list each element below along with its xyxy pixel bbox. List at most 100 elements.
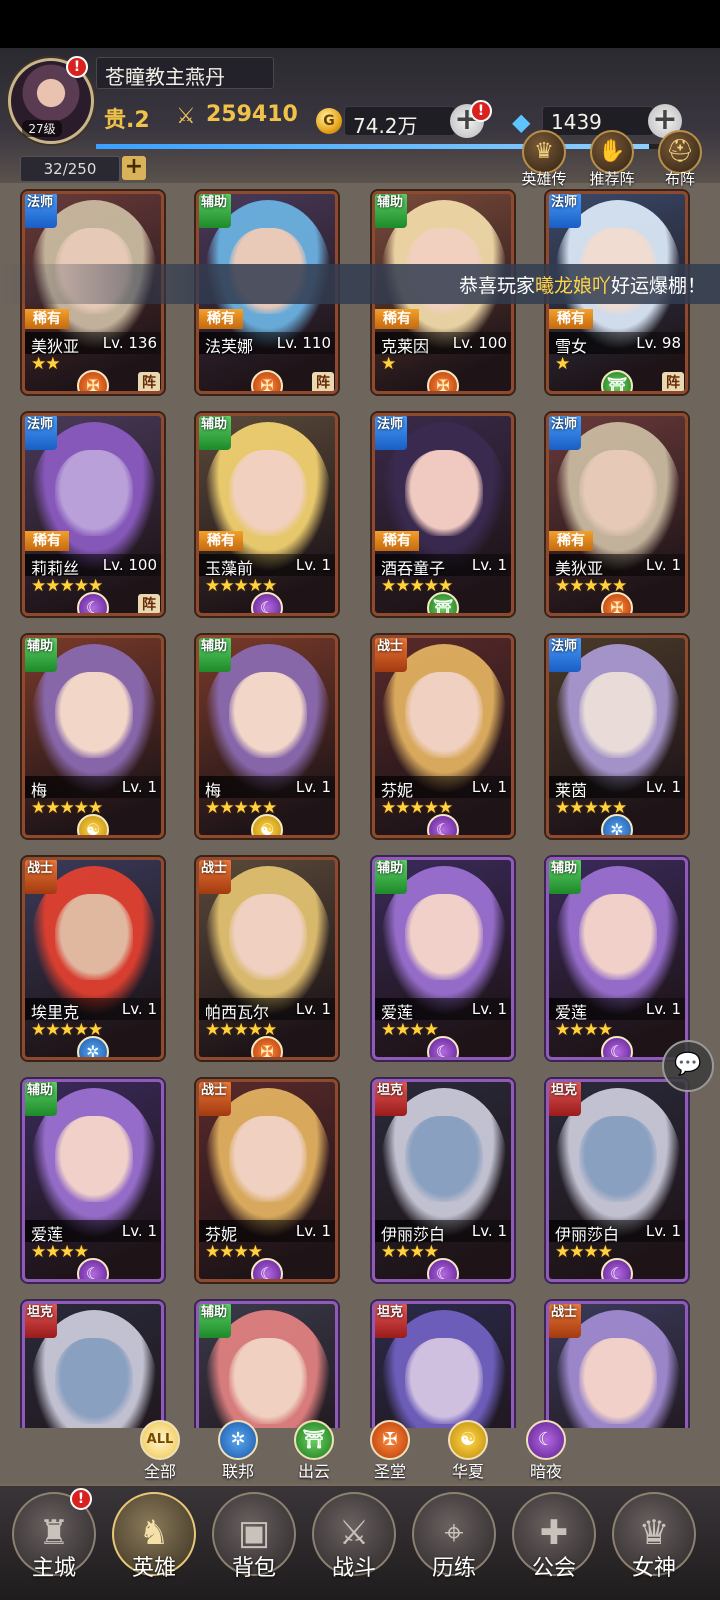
recommended-lineup-button[interactable]: ✋ 推荐阵 — [584, 130, 640, 189]
hero-card[interactable]: 辅助 稀有 玉藻前 Lv. 1 ★★★★★ ☾ — [196, 413, 338, 616]
hero-class-badge: 辅助 — [25, 1082, 57, 1116]
hero-class-badge: 坦克 — [375, 1304, 407, 1338]
faction-dark-icon: ☾ — [427, 814, 459, 835]
hero-class-badge: 辅助 — [199, 416, 231, 450]
hero-class-badge: 法师 — [25, 416, 57, 450]
hero-class-badge: 辅助 — [199, 638, 231, 672]
nav-backpack[interactable]: ▣ 背包 — [208, 1492, 300, 1596]
hero-card[interactable]: 坦克 伊丽莎白 Lv. 1 ★★★★ ☾ — [546, 1079, 688, 1282]
hero-card[interactable]: 辅助 爱莲 Lv. 1 ★★★★ ☾ — [22, 1079, 164, 1282]
faction-all-icon: ALL — [140, 1420, 180, 1460]
nav-map[interactable]: ⌖ 历练 — [408, 1492, 500, 1596]
announcement-suffix: 好运爆棚！ — [610, 275, 706, 297]
announcement-player: 曦龙娘吖 — [534, 275, 611, 297]
faction-holy-icon: ✠ — [370, 1420, 410, 1460]
hero-class-badge: 坦克 — [375, 1082, 407, 1116]
hero-face — [55, 1338, 133, 1424]
hero-card[interactable]: 战士 芬妮 Lv. 1 ★★★★ ☾ — [196, 1079, 338, 1282]
faction-union-icon: ✲ — [77, 1036, 109, 1057]
hero-face — [229, 1338, 307, 1424]
hero-card[interactable]: 战士 — [546, 1301, 688, 1428]
hero-card[interactable]: 坦克 伊丽莎白 Lv. 1 ★★★★ ☾ — [372, 1079, 514, 1282]
hero-name-bar: 美狄亚 Lv. 1 — [549, 554, 685, 578]
faction-holy-icon: ✠ — [601, 592, 633, 613]
nav-shield-cross[interactable]: ✚ 公会 — [508, 1492, 600, 1596]
hero-card[interactable]: 辅助 梅 Lv. 1 ★★★★★ ☯ — [196, 635, 338, 838]
hero-face — [579, 450, 657, 536]
hero-rarity-tag: 稀有 — [25, 309, 69, 329]
hero-level: Lv. 1 — [645, 1000, 681, 1018]
nav-goddess[interactable]: ♛ 女神 — [608, 1492, 700, 1596]
filter-label: 暗夜 — [529, 1462, 562, 1481]
hero-face — [229, 1116, 307, 1202]
hero-card[interactable]: 坦克 — [22, 1301, 164, 1428]
hero-card[interactable]: 战士 芬妮 Lv. 1 ★★★★★ ☾ — [372, 635, 514, 838]
faction-dark-icon: ☾ — [526, 1420, 566, 1460]
in-lineup-tag: 阵 — [138, 372, 160, 391]
hero-level: Lv. 1 — [295, 1000, 331, 1018]
hero-name-bar: 芬妮 Lv. 1 — [199, 1220, 335, 1244]
hero-level: Lv. 100 — [452, 334, 507, 352]
hero-name-bar: 美狄亚 Lv. 136 — [25, 332, 161, 356]
chat-icon: 💬 — [674, 1052, 702, 1077]
hero-card[interactable]: 辅助 — [196, 1301, 338, 1428]
faction-union-icon: ✲ — [601, 814, 633, 835]
hero-level: Lv. 136 — [102, 334, 157, 352]
hero-face — [229, 894, 307, 980]
filter-dark[interactable]: ☾ 暗夜 — [514, 1420, 578, 1482]
crossed-swords-icon: ⚔ — [176, 104, 196, 129]
chat-bubble-button[interactable]: 💬 — [662, 1040, 714, 1092]
hero-card[interactable]: 法师 稀有 酒吞童子 Lv. 1 ★★★★★ ⛩ — [372, 413, 514, 616]
xp-progress-bar — [96, 144, 666, 149]
hero-face — [405, 672, 483, 758]
hero-stars: ★★★★ — [555, 1242, 613, 1262]
hero-class-badge: 战士 — [25, 860, 57, 894]
hero-name-bar: 爱莲 Lv. 1 — [25, 1220, 161, 1244]
hero-name: 法芙娜 — [205, 337, 254, 356]
hero-name-bar: 梅 Lv. 1 — [199, 776, 335, 800]
filter-all[interactable]: ALL 全部 — [128, 1420, 192, 1482]
nav-alert-badge: ! — [70, 1488, 92, 1510]
filter-hua[interactable]: ☯ 华夏 — [436, 1420, 500, 1482]
hero-card[interactable]: 辅助 梅 Lv. 1 ★★★★★ ☯ — [22, 635, 164, 838]
nav-hooded-hero[interactable]: ♞ 英雄 — [108, 1492, 200, 1596]
hero-class-badge: 战士 — [375, 638, 407, 672]
nav-label: 公会 — [531, 1556, 576, 1581]
hero-stars: ★★★★ — [381, 1020, 439, 1040]
hero-face — [229, 450, 307, 536]
filter-union[interactable]: ✲ 联邦 — [206, 1420, 270, 1482]
hero-class-badge: 坦克 — [25, 1304, 57, 1338]
hero-stars: ★ — [381, 354, 396, 374]
filter-holy[interactable]: ✠ 圣堂 — [358, 1420, 422, 1482]
filter-cloud[interactable]: ⛩ 出云 — [282, 1420, 346, 1482]
hero-card[interactable]: 辅助 爱莲 Lv. 1 ★★★★ ☾ — [372, 857, 514, 1060]
hero-class-badge: 法师 — [25, 194, 57, 228]
hero-card[interactable]: 战士 埃里克 Lv. 1 ★★★★★ ✲ — [22, 857, 164, 1060]
hero-card[interactable]: 法师 稀有 莉莉丝 Lv. 100 ★★★★★ ☾ 阵 — [22, 413, 164, 616]
hero-card[interactable]: 法师 莱茵 Lv. 1 ★★★★★ ✲ — [546, 635, 688, 838]
hero-class-badge: 坦克 — [549, 1082, 581, 1116]
expand-roster-button[interactable]: + — [122, 156, 146, 180]
hero-card[interactable]: 战士 帕西瓦尔 Lv. 1 ★★★★★ ✠ — [196, 857, 338, 1060]
nav-castle[interactable]: ♜ 主城! — [8, 1488, 100, 1596]
hero-level: Lv. 1 — [295, 1222, 331, 1240]
hero-level: Lv. 98 — [636, 334, 681, 352]
faction-hua-icon: ☯ — [77, 814, 109, 835]
bottom-navigation: ♜ 主城! ♞ 英雄 ▣ 背包 ⚔ 战斗 ⌖ 历练 ✚ 公会 ♛ 女神 — [0, 1484, 720, 1600]
hero-card[interactable]: 坦克 — [372, 1301, 514, 1428]
hero-stories-button[interactable]: ♛ 英雄传 — [516, 130, 572, 189]
hero-face — [405, 1338, 483, 1424]
hero-grid: 法师 稀有 美狄亚 Lv. 136 ★★ ✠ 阵辅助 稀有 法芙娜 Lv. 110 ✠ 阵辅助… — [0, 183, 720, 1428]
nav-crossed-swords[interactable]: ⚔ 战斗 — [308, 1492, 400, 1596]
hero-level: Lv. 1 — [645, 556, 681, 574]
hero-rarity-tag: 稀有 — [549, 531, 593, 551]
player-level: 27级 — [22, 120, 62, 137]
hero-level: Lv. 1 — [121, 778, 157, 796]
formation-button[interactable]: ⛑ 布阵 — [652, 130, 708, 189]
hero-face — [55, 894, 133, 980]
faction-dark-icon: ☾ — [251, 1258, 283, 1279]
hero-class-badge: 法师 — [549, 638, 581, 672]
hero-card[interactable]: 辅助 爱莲 Lv. 1 ★★★★ ☾ — [546, 857, 688, 1060]
hero-card[interactable]: 法师 稀有 美狄亚 Lv. 1 ★★★★★ ✠ — [546, 413, 688, 616]
gold-display: 74.2万 — [344, 106, 456, 138]
